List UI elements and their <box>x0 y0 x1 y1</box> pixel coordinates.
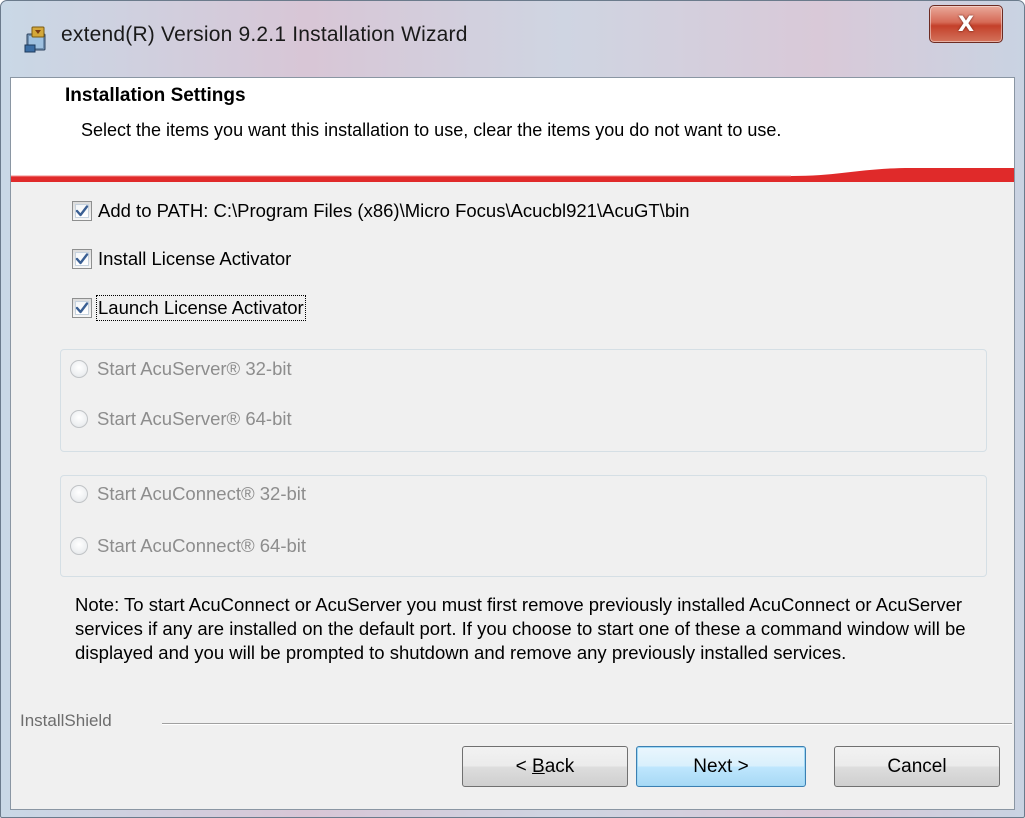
installer-icon <box>23 25 49 53</box>
installshield-brand: InstallShield <box>20 711 112 730</box>
footer-divider <box>162 723 1012 725</box>
launch-license-activator-checkbox[interactable] <box>72 298 92 318</box>
acuconnect-64-option[interactable]: Start AcuConnect® 64-bit <box>70 535 306 557</box>
page-description: Select the items you want this installat… <box>81 120 782 140</box>
acuserver-64-label: Start AcuServer® 64-bit <box>97 408 292 429</box>
acuconnect-64-label: Start AcuConnect® 64-bit <box>97 535 307 556</box>
back-button-suffix: ack <box>544 755 575 777</box>
add-to-path-option[interactable]: Add to PATH: C:\Program Files (x86)\Micr… <box>72 200 690 222</box>
header-banner: Installation Settings Select the items y… <box>11 78 1014 182</box>
install-license-activator-option[interactable]: Install License Activator <box>72 248 291 270</box>
acuserver-32-radio[interactable] <box>70 360 88 378</box>
acuserver-32-label: Start AcuServer® 32-bit <box>97 358 292 379</box>
launch-license-activator-label: Launch License Activator <box>96 295 306 321</box>
close-button[interactable]: X <box>929 5 1003 43</box>
service-note: Note: To start AcuConnect or AcuServer y… <box>75 594 966 663</box>
acuserver-64-option[interactable]: Start AcuServer® 64-bit <box>70 408 292 430</box>
acuconnect-32-radio[interactable] <box>70 485 88 503</box>
add-to-path-label: Add to PATH: C:\Program Files (x86)\Micr… <box>98 200 690 221</box>
acuserver-64-radio[interactable] <box>70 410 88 428</box>
checkmark-icon <box>75 253 89 265</box>
next-button-label: Next > <box>693 755 749 777</box>
launch-license-activator-option[interactable]: Launch License Activator <box>72 295 306 321</box>
install-license-activator-checkbox[interactable] <box>72 249 92 269</box>
cancel-button[interactable]: Cancel <box>834 746 1000 787</box>
wizard-client-area: Installation Settings Select the items y… <box>10 77 1015 810</box>
close-icon: X <box>957 12 975 36</box>
add-to-path-checkbox[interactable] <box>72 201 92 221</box>
window-title: extend(R) Version 9.2.1 Installation Wiz… <box>61 23 468 46</box>
acuconnect-32-option[interactable]: Start AcuConnect® 32-bit <box>70 483 306 505</box>
installer-window: extend(R) Version 9.2.1 Installation Wiz… <box>0 0 1025 818</box>
cancel-button-label: Cancel <box>887 755 947 777</box>
title-bar[interactable]: extend(R) Version 9.2.1 Installation Wiz… <box>1 1 1024 77</box>
acuconnect-64-radio[interactable] <box>70 537 88 555</box>
next-button[interactable]: Next > <box>636 746 806 787</box>
acuserver-32-option[interactable]: Start AcuServer® 32-bit <box>70 358 292 380</box>
back-button-mnemonic: B <box>532 755 545 777</box>
banner-red-stripe <box>11 168 1014 182</box>
install-license-activator-label: Install License Activator <box>98 248 292 269</box>
page-title: Installation Settings <box>65 85 246 106</box>
acuconnect-32-label: Start AcuConnect® 32-bit <box>97 483 307 504</box>
checkmark-icon <box>75 302 89 314</box>
back-button-prefix: < <box>515 755 533 777</box>
back-button[interactable]: < Back <box>462 746 628 787</box>
checkmark-icon <box>75 205 89 217</box>
